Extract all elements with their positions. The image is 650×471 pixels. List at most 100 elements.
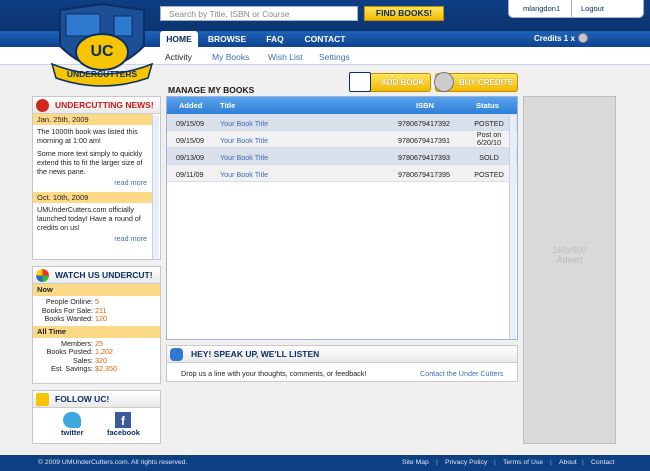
news-date: Jan. 25th, 2009 [33,114,153,125]
table-row[interactable]: 09/13/09 Your Book Title 9780679417393 S… [167,148,517,165]
globe-icon [36,269,49,282]
cell-title-link[interactable]: Your Book Title [220,136,268,145]
cell-isbn: 9780679417395 [398,170,450,179]
footer-separator: | [550,459,552,466]
table-row[interactable]: 09/11/09 Your Book Title 9780679417395 P… [167,165,517,182]
footer-link-privacy[interactable]: Privacy Policy [445,455,487,471]
add-book-button[interactable]: ADD BOOK [349,72,431,92]
speak-text: Drop us a line with your thoughts, comme… [181,369,367,378]
news-text: The 1000th book was listed this morning … [37,127,138,145]
news-title: UNDERCUTTING NEWS! [55,100,154,110]
follow-panel: FOLLOW UC! twitter f facebook [32,390,161,444]
subtab-activity[interactable]: Activity [165,52,192,62]
footer-separator: | [582,459,584,466]
tab-browse[interactable]: BROWSE [204,31,250,47]
advert-label: Advert [556,255,583,265]
books-table: Added Title ISBN Status 09/15/09 Your Bo… [166,96,518,340]
col-isbn[interactable]: ISBN [416,101,434,110]
stat-value: $2,350 [95,364,117,373]
find-books-button[interactable]: FIND BOOKS! [364,6,444,21]
footer-link-contact[interactable]: Contact [591,455,614,471]
cell-isbn: 9780679417392 [398,119,450,128]
read-more-link[interactable]: read more [33,234,153,243]
star-icon [36,393,49,406]
cell-isbn: 9780679417393 [398,153,450,162]
tab-contact[interactable]: CONTACT [300,31,350,47]
stats-all-header: All Time [33,325,160,338]
tab-faq[interactable]: FAQ [260,31,290,47]
credits-label: Credits [534,34,562,43]
username-link[interactable]: mlangdon1 [523,4,560,13]
news-header: UNDERCUTTING NEWS! [33,97,160,114]
user-box: mlangdon1 Logout [508,0,644,18]
subtab-settings[interactable]: Settings [319,52,350,62]
cell-isbn: 9780679417391 [398,136,450,145]
footer-link-about[interactable]: About [559,455,577,471]
logout-link[interactable]: Logout [581,4,604,13]
twitter-bird-icon [63,412,81,428]
logo-uc-text: UC [90,43,114,60]
contact-link[interactable]: Contact the Under Cutters [420,369,504,378]
cell-added: 09/11/09 [176,170,204,179]
copyright: © 2009 UMUnderCutters.com. All rights re… [38,459,188,466]
follow-header: FOLLOW UC! [33,391,160,408]
cell-status: SOLD [479,153,499,162]
cell-title-link[interactable]: Your Book Title [220,153,268,162]
facebook-label: facebook [107,428,140,437]
buy-credits-label: BUY CREDITS [459,78,514,87]
read-more-link[interactable]: read more [33,178,153,187]
twitter-label: twitter [61,428,84,437]
facebook-icon: f [115,412,131,428]
page-title: MANAGE MY BOOKS [168,85,255,95]
credits-display: Credits 1 x [534,33,588,43]
facebook-link[interactable]: f facebook [107,412,140,437]
footer-link-sitemap[interactable]: Site Map [402,455,429,471]
tab-home[interactable]: HOME [160,31,198,47]
stats-title: WATCH US UNDERCUT! [55,270,153,280]
footer-link-terms[interactable]: Terms of Use [503,455,543,471]
stat-value: 120 [95,314,107,323]
subtab-wish-list[interactable]: Wish List [268,52,302,62]
col-added[interactable]: Added [179,101,202,110]
speak-header: HEY! SPEAK UP, WE'LL LISTEN [167,346,517,363]
add-book-label: ADD BOOK [381,78,425,87]
logo[interactable]: UC UNDERCUTTERS [46,2,158,90]
table-row[interactable]: 09/15/09 Your Book Title 9780679417391 P… [167,131,517,148]
cell-added: 09/13/09 [176,153,204,162]
stat-row: Est. Savings: $2,350 [33,364,160,374]
advert-size: 160x600 [552,245,587,255]
follow-title: FOLLOW UC! [55,394,110,404]
stat-label: Est. Savings: [51,364,93,373]
table-scrollbar[interactable] [509,115,516,339]
speech-bubble-icon [170,348,183,361]
speak-up-panel: HEY! SPEAK UP, WE'LL LISTEN Drop us a li… [166,345,518,382]
stat-row: Books Wanted: 120 [33,314,160,324]
col-status[interactable]: Status [476,101,499,110]
buy-credits-button[interactable]: BUY CREDITS [434,72,518,92]
logo-banner-text: UNDERCUTTERS [67,69,138,79]
cell-status: POSTED [474,170,504,179]
cell-title-link[interactable]: Your Book Title [220,119,268,128]
cell-added: 09/15/09 [176,136,204,145]
advert-box[interactable]: 160x600 Advert [523,96,616,444]
stats-all-list: Members: 25 Books Posted: 1,202 Sales: 320 … [33,338,160,376]
stats-now-header: Now [33,284,160,296]
subtab-my-books[interactable]: My Books [212,52,249,62]
news-text: UMUnderCutters.com officially launched t… [37,205,141,232]
cell-title-link[interactable]: Your Book Title [220,170,268,179]
credit-coin-icon [577,33,588,43]
footer: © 2009 UMUnderCutters.com. All rights re… [0,455,650,471]
twitter-link[interactable]: twitter [61,412,84,437]
cell-status: Post on 6/20/10 [476,130,502,147]
credits-value: 1 x [563,34,575,43]
stats-now-list: People Online: 5 Books For Sale: 211 Books… [33,296,160,326]
search-input[interactable]: Search by Title, ISBN or Course [160,6,358,21]
stats-header: WATCH US UNDERCUT! [33,267,160,284]
news-list: Jan. 25th, 2009 The 1000th book was list… [33,114,153,243]
col-title[interactable]: Title [220,101,235,110]
news-scrollbar[interactable] [152,115,159,259]
speak-title: HEY! SPEAK UP, WE'LL LISTEN [191,349,320,359]
table-header: Added Title ISBN Status [167,97,517,114]
table-row[interactable]: 09/15/09 Your Book Title 9780679417392 P… [167,114,517,131]
cell-added: 09/15/09 [176,119,204,128]
